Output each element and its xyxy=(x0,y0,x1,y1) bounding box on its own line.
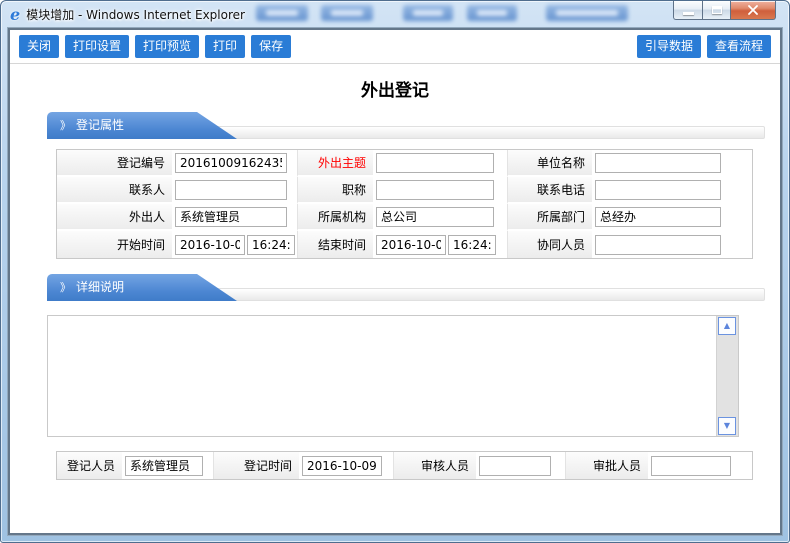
start-time-input[interactable] xyxy=(247,235,295,255)
field-label-required: 外出主题 xyxy=(298,150,373,177)
outing-person-input[interactable] xyxy=(175,207,287,227)
field-label: 开始时间 xyxy=(57,231,172,258)
outing-subject-input[interactable] xyxy=(376,153,494,173)
minimize-button[interactable] xyxy=(673,1,702,20)
contact-person-input[interactable] xyxy=(175,180,287,200)
contact-phone-input[interactable] xyxy=(595,180,721,200)
page-title: 外出登记 xyxy=(10,76,780,101)
field-label: 登记人员 xyxy=(57,452,122,479)
close-page-button[interactable]: 关闭 xyxy=(19,35,59,58)
field-label: 职称 xyxy=(298,177,373,204)
field-label: 登记编号 xyxy=(57,150,172,177)
background-window-button xyxy=(403,5,453,21)
field-label: 所属部门 xyxy=(508,204,592,231)
field-label: 联系电话 xyxy=(508,177,592,204)
section-details-label: 详细说明 xyxy=(76,280,124,294)
save-button[interactable]: 保存 xyxy=(251,35,291,58)
section-properties-label: 登记属性 xyxy=(76,118,124,132)
form-row: 联系人 职称 联系电话 xyxy=(57,177,752,204)
field-label: 审批人员 xyxy=(566,452,648,479)
section-properties-header: 》登记属性 xyxy=(47,112,765,139)
section-properties-tab: 》登记属性 xyxy=(47,112,237,139)
registration-number-input[interactable] xyxy=(175,153,287,173)
form-row: 外出人 所属机构 所属部门 xyxy=(57,204,752,231)
collaborators-input[interactable] xyxy=(595,235,721,255)
unit-name-input[interactable] xyxy=(595,153,721,173)
maximize-button[interactable] xyxy=(702,1,731,20)
title-bar[interactable]: e 模块增加 - Windows Internet Explorer xyxy=(1,1,789,28)
window-title: 模块增加 - Windows Internet Explorer xyxy=(26,6,245,23)
footer-form-table: 登记人员 登记时间 审核人员 审批人员 xyxy=(56,451,753,480)
internet-explorer-icon: e xyxy=(10,7,20,23)
job-title-input[interactable] xyxy=(376,180,494,200)
section-details-header: 》详细说明 xyxy=(47,274,765,301)
close-window-button[interactable] xyxy=(731,1,776,20)
form-row: 开始时间 结束时间 协同人员 xyxy=(57,231,752,258)
field-label: 登记时间 xyxy=(214,452,299,479)
print-setup-button[interactable]: 打印设置 xyxy=(65,35,129,58)
registrant-input[interactable] xyxy=(125,456,203,476)
scroll-down-button[interactable]: ▼ xyxy=(718,417,736,435)
form-row: 登记编号 外出主题 单位名称 xyxy=(57,150,752,177)
chevron-icon: 》 xyxy=(60,281,71,294)
page-frame: 关闭 打印设置 打印预览 打印 保存 引导数据 查看流程 外出登记 》登记属性 … xyxy=(8,28,782,535)
details-description-box: ▲ ▼ xyxy=(47,315,739,437)
background-window-button xyxy=(256,5,308,21)
print-preview-button[interactable]: 打印预览 xyxy=(135,35,199,58)
print-button[interactable]: 打印 xyxy=(205,35,245,58)
scroll-up-button[interactable]: ▲ xyxy=(718,317,736,335)
field-label: 联系人 xyxy=(57,177,172,204)
form-row: 登记人员 登记时间 审核人员 审批人员 xyxy=(57,452,752,479)
guide-data-button[interactable]: 引导数据 xyxy=(637,35,701,58)
organization-input[interactable] xyxy=(376,207,494,227)
window-controls xyxy=(673,1,776,20)
background-window-button xyxy=(467,5,517,21)
department-input[interactable] xyxy=(595,207,721,227)
field-label: 单位名称 xyxy=(508,150,592,177)
registration-time-input[interactable] xyxy=(302,456,382,476)
field-label: 协同人员 xyxy=(508,231,592,258)
reviewer-input[interactable] xyxy=(479,456,551,476)
vertical-scrollbar[interactable]: ▲ ▼ xyxy=(716,316,738,436)
start-date-input[interactable] xyxy=(175,235,245,255)
properties-form-table: 登记编号 外出主题 单位名称 联系人 职称 联系电话 外出人 所属机构 xyxy=(56,149,753,259)
chevron-icon: 》 xyxy=(60,119,71,132)
field-label: 外出人 xyxy=(57,204,172,231)
field-label: 所属机构 xyxy=(298,204,373,231)
end-time-input[interactable] xyxy=(448,235,496,255)
minimize-icon xyxy=(683,12,694,15)
browser-window: e 模块增加 - Windows Internet Explorer 关闭 打印… xyxy=(0,0,790,543)
view-workflow-button[interactable]: 查看流程 xyxy=(707,35,771,58)
details-textarea[interactable] xyxy=(48,316,716,436)
approver-input[interactable] xyxy=(651,456,731,476)
background-window-button xyxy=(546,5,628,21)
field-label: 审核人员 xyxy=(394,452,476,479)
close-icon xyxy=(747,5,759,15)
background-window-button xyxy=(321,5,373,21)
end-date-input[interactable] xyxy=(376,235,446,255)
toolbar: 关闭 打印设置 打印预览 打印 保存 引导数据 查看流程 xyxy=(10,30,780,64)
section-details-tab: 》详细说明 xyxy=(47,274,237,301)
maximize-icon xyxy=(712,6,722,14)
field-label: 结束时间 xyxy=(298,231,373,258)
